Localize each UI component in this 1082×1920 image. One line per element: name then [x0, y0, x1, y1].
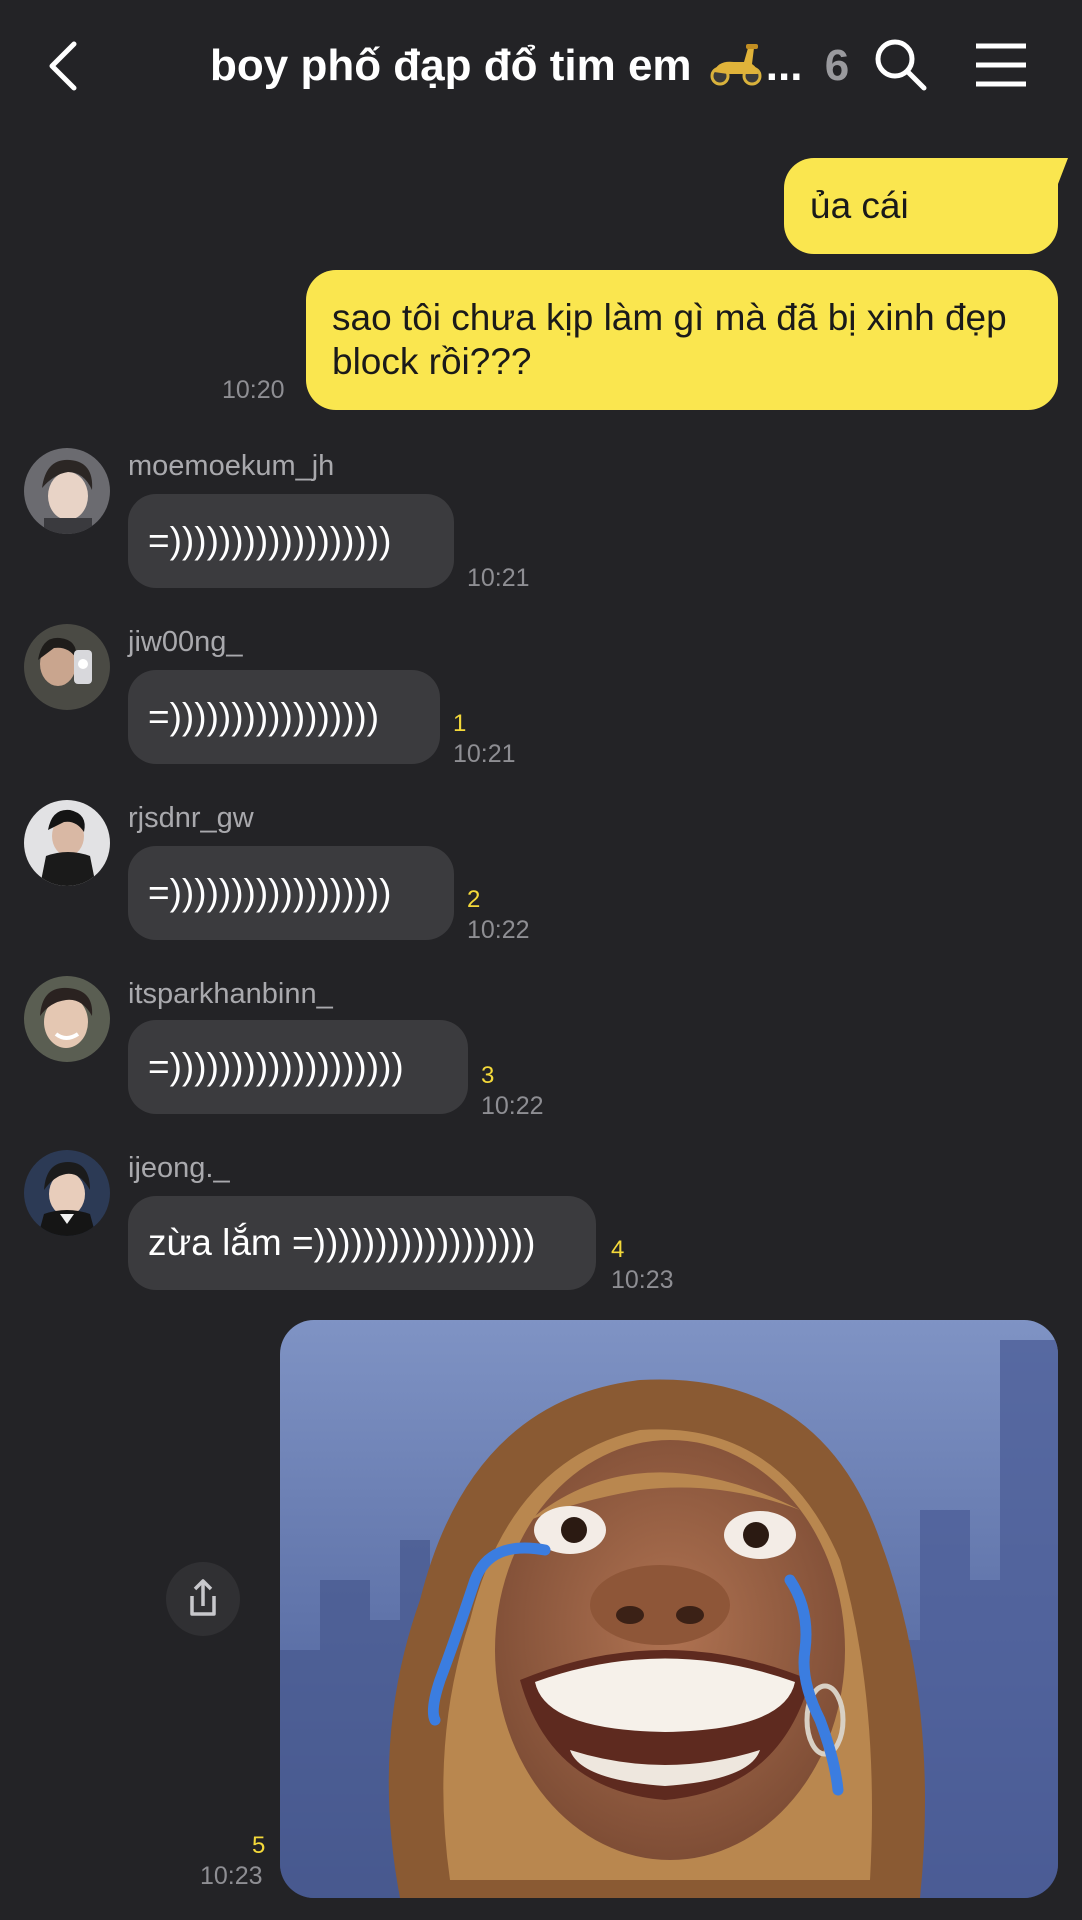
- unread-count: 3: [481, 1062, 495, 1089]
- sender-name: rjsdnr_gw: [128, 802, 254, 834]
- message-text: =)))))))))))))))))): [148, 872, 392, 913]
- unread-count: 2: [467, 886, 481, 913]
- message-time: 10:23: [611, 1266, 674, 1294]
- my-message-bubble[interactable]: sao tôi chưa kịp làm gì mà đã bị xinh đẹ…: [306, 270, 1058, 410]
- hamburger-menu-icon: [976, 43, 1026, 87]
- chat-title-text: boy phố đạp đổ tim em: [210, 41, 692, 90]
- message-time: 10:21: [467, 564, 530, 592]
- avatar[interactable]: [24, 1150, 110, 1236]
- message-bubble[interactable]: =))))))))))))))))): [128, 670, 440, 764]
- title-ellipsis: ...: [765, 41, 803, 90]
- message-time: 10:20: [222, 376, 285, 404]
- scooter-emoji-icon: [708, 40, 762, 86]
- avatar[interactable]: [24, 976, 110, 1062]
- menu-button[interactable]: [974, 40, 1028, 90]
- sender-name: itsparkhanbinn_: [128, 978, 333, 1010]
- chat-title[interactable]: boy phố đạp đổ tim em ... 6: [210, 38, 849, 94]
- share-icon: [190, 1579, 216, 1616]
- search-button[interactable]: [872, 36, 928, 92]
- search-icon: [875, 39, 927, 91]
- meme-photo[interactable]: [280, 1320, 1058, 1898]
- message-bubble[interactable]: =)))))))))))))))))): [128, 846, 454, 940]
- chat-header: boy phố đạp đổ tim em ... 6: [0, 0, 1082, 132]
- message-text: =))))))))))))))))): [148, 696, 380, 737]
- message-text: =))))))))))))))))))): [148, 1046, 404, 1087]
- message-time: 10:22: [481, 1092, 544, 1120]
- message-bubble[interactable]: zừa lắm =)))))))))))))))))): [128, 1196, 596, 1290]
- message-time: 10:21: [453, 740, 516, 768]
- sender-name: jiw00ng_: [128, 626, 243, 658]
- message-text-line: sao tôi chưa kịp làm gì mà đã bị xinh đẹ…: [332, 297, 1007, 338]
- unread-count: 5: [252, 1832, 266, 1859]
- my-message-bubble[interactable]: ủa cái đm???: [784, 158, 1058, 322]
- avatar[interactable]: [24, 800, 110, 886]
- member-count: 6: [824, 41, 850, 90]
- avatar[interactable]: [24, 624, 110, 710]
- message-time: 10:22: [467, 916, 530, 944]
- message-time: 10:23: [200, 1862, 263, 1890]
- message-text-line: block rồi???: [332, 341, 532, 382]
- message-bubble[interactable]: =)))))))))))))))))): [128, 494, 454, 588]
- avatar[interactable]: [24, 448, 110, 534]
- sender-name: moemoekum_jh: [128, 450, 335, 482]
- unread-count: 4: [611, 1236, 625, 1263]
- message-bubble[interactable]: =))))))))))))))))))): [128, 1020, 468, 1114]
- bubble-tail-icon: [1044, 158, 1068, 184]
- share-button[interactable]: [166, 1562, 240, 1636]
- message-text: =)))))))))))))))))): [148, 520, 392, 561]
- sender-name: ijeong._: [128, 1152, 230, 1184]
- message-text: zừa lắm =)))))))))))))))))): [148, 1222, 536, 1263]
- unread-count: 1: [453, 710, 467, 737]
- back-button[interactable]: [40, 38, 92, 94]
- chevron-left-icon: [49, 41, 77, 91]
